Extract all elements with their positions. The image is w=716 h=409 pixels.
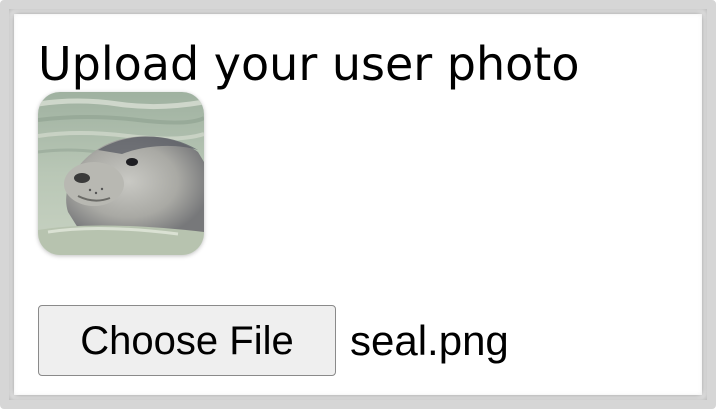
choose-file-button[interactable]: Choose File xyxy=(38,305,336,376)
user-photo-preview xyxy=(38,92,204,255)
page-title: Upload your user photo xyxy=(38,37,580,91)
selected-file-name: seal.png xyxy=(350,317,509,364)
seal-image xyxy=(38,92,204,255)
screenshot: Upload your user photo Choose File seal.… xyxy=(0,0,716,409)
